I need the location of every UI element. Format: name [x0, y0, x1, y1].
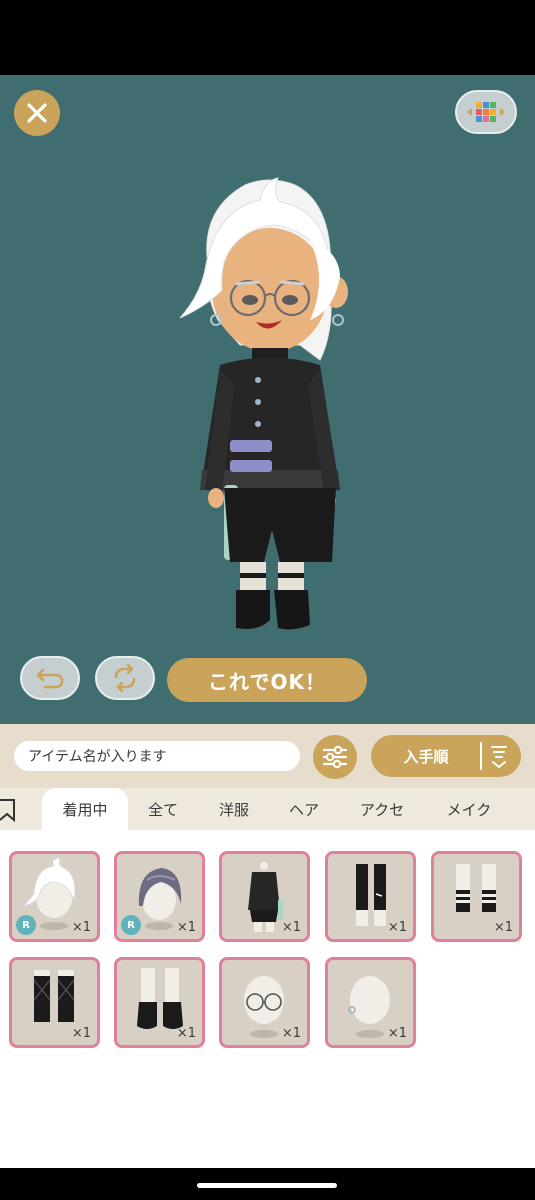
status-bar	[0, 0, 535, 75]
rarity-badge: R	[16, 915, 36, 935]
item-card-white-hair[interactable]: R ×1	[9, 851, 100, 942]
undo-button[interactable]	[20, 656, 80, 700]
item-search-input[interactable]: アイテム名が入ります	[14, 741, 300, 771]
tab-label: 全て	[147, 800, 178, 819]
item-card-black-long-socks[interactable]: ×1	[325, 851, 416, 942]
tab-label: メイク	[446, 800, 492, 819]
tab-wearing[interactable]: 着用中	[42, 788, 128, 830]
color-palette-icon	[467, 102, 505, 122]
item-card-purple-hair[interactable]: R ×1	[114, 851, 205, 942]
sort-label: 入手順	[403, 747, 449, 766]
rarity-badge: R	[121, 915, 141, 935]
confirm-button[interactable]: これでOK！	[167, 658, 367, 702]
tab-clothes[interactable]: 洋服	[204, 788, 264, 830]
tab-hair[interactable]: ヘア	[274, 788, 334, 830]
item-quantity: ×1	[176, 920, 196, 935]
filter-button[interactable]	[313, 735, 357, 779]
item-card-earrings[interactable]: ×1	[325, 957, 416, 1048]
item-quantity: ×1	[281, 920, 301, 935]
home-indicator[interactable]	[197, 1183, 337, 1188]
item-card-black-outfit[interactable]: ×1	[219, 851, 310, 942]
item-card-striped-socks[interactable]: ×1	[431, 851, 522, 942]
sort-descending-icon	[491, 746, 507, 768]
item-card-black-boots[interactable]: ×1	[114, 957, 205, 1048]
tab-label: アクセ	[359, 800, 405, 819]
undo-arrow-icon	[36, 668, 64, 689]
close-button[interactable]	[14, 90, 60, 136]
sort-button[interactable]: 入手順	[371, 735, 521, 777]
avatar-character	[179, 177, 348, 630]
item-quantity: ×1	[493, 920, 513, 935]
sliders-icon	[322, 745, 348, 769]
bookmark-icon[interactable]	[0, 798, 16, 822]
tab-label: 着用中	[62, 800, 108, 819]
tab-all[interactable]: 全て	[134, 788, 192, 830]
item-quantity: ×1	[71, 920, 91, 935]
close-icon	[27, 103, 47, 123]
item-card-round-glasses[interactable]: ×1	[219, 957, 310, 1048]
tab-label: ヘア	[288, 800, 319, 819]
item-quantity: ×1	[387, 920, 407, 935]
item-quantity: ×1	[176, 1026, 196, 1041]
sort-divider	[480, 742, 482, 770]
rotate-icon	[114, 663, 136, 693]
item-quantity: ×1	[387, 1026, 407, 1041]
item-card-argyle-socks[interactable]: ×1	[9, 957, 100, 1048]
tab-accessories[interactable]: アクセ	[346, 788, 418, 830]
item-quantity: ×1	[281, 1026, 301, 1041]
color-palette-button[interactable]	[455, 90, 517, 134]
tab-makeup[interactable]: メイク	[432, 788, 506, 830]
search-placeholder: アイテム名が入ります	[28, 749, 167, 765]
tab-label: 洋服	[218, 800, 249, 819]
rotate-button[interactable]	[95, 656, 155, 700]
item-quantity: ×1	[71, 1026, 91, 1041]
